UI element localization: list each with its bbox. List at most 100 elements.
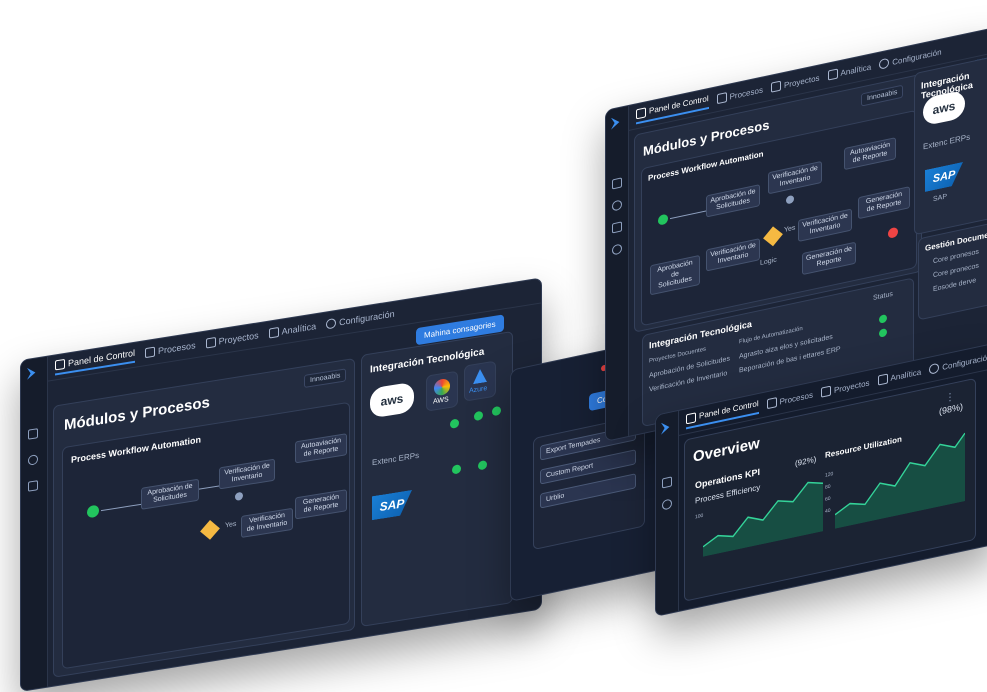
tab-configuracion[interactable]: Configuración <box>326 309 395 330</box>
users-icon[interactable] <box>612 199 622 212</box>
tick-label: 80 <box>825 483 831 491</box>
node-verificacion-2[interactable]: Verificación de Inventario <box>241 507 293 539</box>
azure-tile[interactable]: Azure <box>464 360 496 402</box>
docs-card: Gestión Docume Core pronesos Core pronec… <box>918 216 987 321</box>
node-generacion-2[interactable]: Generación de Reporte <box>802 241 856 276</box>
process-icon <box>716 92 727 105</box>
workflow-title: Process Workflow Automation <box>71 434 202 465</box>
tab-label: Procesos <box>729 84 763 102</box>
tab-analitica[interactable]: Analítica <box>877 366 921 386</box>
tab-label: Procesos <box>158 340 196 357</box>
azure-label: Azure <box>469 384 488 395</box>
node-verificacion[interactable]: Verificación de Inventario <box>219 458 275 490</box>
status-dot <box>450 418 459 429</box>
module-select[interactable]: Innoaabis <box>304 368 347 389</box>
doc-item[interactable]: Eosode derve <box>933 277 976 293</box>
tab-label: Configuración <box>892 46 942 67</box>
resource-value: (98%) <box>939 401 964 417</box>
database-icon[interactable] <box>28 480 38 492</box>
grid-icon[interactable] <box>28 428 38 440</box>
tab-proyectos[interactable]: Proyectos <box>820 377 870 398</box>
bar-chart-icon <box>827 68 838 81</box>
node-autoaviacion[interactable]: Autoaviación de Reporte <box>844 137 896 171</box>
junction-node <box>786 194 794 205</box>
aws-tile[interactable]: AWS <box>426 370 458 412</box>
tab-label: Panel de Control <box>68 347 136 368</box>
start-node <box>658 213 668 226</box>
dashboard-icon <box>686 411 696 424</box>
tick-label: 120 <box>825 471 834 479</box>
tab-configuracion[interactable]: Configuración <box>929 351 987 375</box>
tab-analitica[interactable]: Analítica <box>268 321 316 339</box>
start-node <box>87 504 99 519</box>
gear-icon <box>929 362 940 375</box>
gear-icon[interactable] <box>612 243 622 256</box>
tab-panel-de-control[interactable]: Panel de Control <box>636 93 709 124</box>
node-aprobacion-2[interactable]: Aprobación de Solicitudes <box>650 254 700 296</box>
aws-logo: aws <box>370 381 414 419</box>
process-icon <box>145 346 156 359</box>
doc-item[interactable]: Core pronecos <box>933 263 979 280</box>
logic-label: Logic <box>760 256 777 268</box>
col-header-status: Status <box>873 290 893 303</box>
node-generacion[interactable]: Generación de Reporte <box>295 489 347 520</box>
tab-label: Analítica <box>840 61 872 78</box>
users-icon[interactable] <box>662 498 672 511</box>
connector <box>199 485 219 490</box>
node-generacion[interactable]: Generación de Reporte <box>858 186 910 220</box>
status-dot <box>492 405 501 417</box>
node-verificacion-2[interactable]: Verificación de Inventario <box>706 238 760 272</box>
node-verificacion[interactable]: Verificación de Inventario <box>768 160 822 195</box>
node-autoaviacion[interactable]: Autoaviación de Reporte <box>295 433 347 464</box>
node-verificacion-3[interactable]: Verificación de Inventario <box>798 208 852 243</box>
tab-label: Proyectos <box>218 330 259 347</box>
integration-card: Integración Tecnológica aws Extenc ERPs … <box>914 51 987 236</box>
tab-label: Procesos <box>779 389 813 407</box>
users-icon[interactable] <box>28 454 38 466</box>
app-logo <box>27 366 39 380</box>
sap-caption: SAP <box>933 193 948 204</box>
tab-proyectos[interactable]: Proyectos <box>205 330 259 349</box>
tab-configuracion[interactable]: Configuración <box>879 46 942 70</box>
grid-icon[interactable] <box>612 177 622 190</box>
node-aprobacion[interactable]: Aprobación de Solicitudes <box>141 478 199 510</box>
tab-panel-de-control[interactable]: Panel de Control <box>55 347 136 375</box>
node-aprobacion[interactable]: Aprobación de Solicitudes <box>706 184 760 218</box>
tab-label: Configuración <box>942 351 987 372</box>
integration-card: Integración Tecnológica aws AWS Azure Ex… <box>361 330 513 627</box>
tab-label: Proyectos <box>833 377 870 395</box>
status-dot <box>452 464 461 475</box>
tab-label: Configuración <box>339 308 395 328</box>
tick-label: 60 <box>825 495 831 503</box>
sidebar <box>21 356 48 691</box>
tab-analitica[interactable]: Analítica <box>827 61 872 81</box>
calendar-icon <box>770 80 781 93</box>
workflow-card: Process Workflow Automation Aprobación d… <box>62 401 350 670</box>
tab-proyectos[interactable]: Proyectos <box>770 72 820 93</box>
sap-logo: SAP <box>372 490 412 520</box>
sidebar <box>656 410 679 616</box>
overview-title: Overview <box>693 434 760 466</box>
tab-procesos[interactable]: Procesos <box>766 389 813 410</box>
module-select[interactable]: Innoaabis <box>861 84 904 107</box>
database-icon[interactable] <box>612 221 622 234</box>
tab-procesos[interactable]: Procesos <box>716 84 763 105</box>
erp-label: Extenc ERPs <box>923 132 971 152</box>
yes-label: Yes <box>225 520 237 530</box>
calendar-icon <box>820 385 831 398</box>
tab-procesos[interactable]: Procesos <box>145 340 196 359</box>
status-dot <box>478 460 487 471</box>
erp-label: Extenc ERPs <box>372 450 420 468</box>
app-logo <box>611 115 623 130</box>
bar-chart-icon <box>877 373 888 386</box>
connector <box>670 210 706 220</box>
cloud-icon <box>434 377 450 397</box>
connector <box>101 503 141 512</box>
bar-chart-icon <box>268 327 279 339</box>
gear-icon <box>326 317 337 330</box>
tick-label: 40 <box>825 507 831 515</box>
grid-icon[interactable] <box>662 476 672 489</box>
workflow-title: Process Workflow Automation <box>648 149 764 183</box>
doc-item[interactable]: Core pronesos <box>933 249 979 266</box>
app-logo <box>661 420 673 435</box>
